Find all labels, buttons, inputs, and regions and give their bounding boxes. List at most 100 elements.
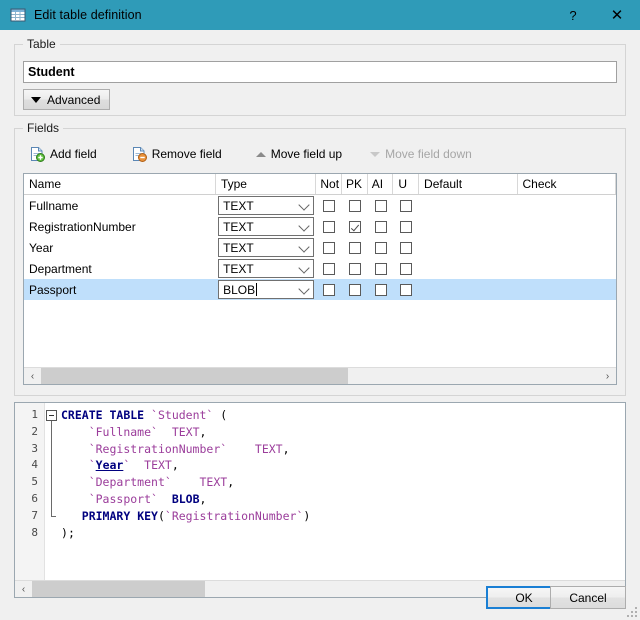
table-row[interactable]: Passport BLOB: [24, 279, 616, 300]
sql-code-text[interactable]: CREATE TABLE `Student` ( `Fullname` TEXT…: [59, 403, 625, 580]
field-type-select[interactable]: TEXT: [218, 259, 315, 278]
field-name-cell[interactable]: Passport: [24, 279, 216, 300]
column-header-ai[interactable]: AI: [367, 174, 394, 194]
auto-increment-checkbox-cell[interactable]: [368, 195, 394, 216]
primary-key-checkbox[interactable]: [348, 241, 361, 254]
fields-grid-hscrollbar[interactable]: ‹ ›: [24, 367, 616, 384]
add-field-button[interactable]: Add field: [23, 142, 103, 166]
fields-grid-scroll-track[interactable]: [41, 368, 599, 384]
not-null-checkbox-cell[interactable]: [317, 279, 343, 300]
primary-key-checkbox-cell[interactable]: [342, 216, 368, 237]
unique-checkbox[interactable]: [400, 241, 413, 254]
auto-increment-checkbox-cell[interactable]: [368, 237, 394, 258]
field-check-cell[interactable]: [517, 237, 616, 258]
table-row[interactable]: Department TEXT: [24, 258, 616, 279]
primary-key-checkbox[interactable]: [348, 262, 361, 275]
unique-checkbox-cell[interactable]: [393, 237, 419, 258]
help-button[interactable]: ?: [552, 0, 594, 30]
unique-checkbox-cell[interactable]: [393, 258, 419, 279]
field-type-select[interactable]: TEXT: [218, 217, 315, 236]
field-type-cell[interactable]: TEXT: [216, 195, 316, 216]
scroll-left-icon[interactable]: ‹: [24, 368, 41, 384]
field-default-cell[interactable]: [419, 279, 518, 300]
field-default-cell[interactable]: [419, 258, 518, 279]
column-header-name[interactable]: Name: [24, 174, 216, 194]
chevron-down-icon[interactable]: [298, 240, 310, 253]
column-header-check[interactable]: Check: [517, 174, 616, 194]
chevron-down-icon[interactable]: [298, 219, 310, 232]
remove-field-button[interactable]: Remove field: [125, 142, 228, 166]
primary-key-checkbox-cell[interactable]: [342, 258, 368, 279]
field-type-select[interactable]: BLOB: [218, 280, 315, 299]
field-check-cell[interactable]: [517, 279, 616, 300]
unique-checkbox[interactable]: [400, 262, 413, 275]
primary-key-checkbox[interactable]: [348, 220, 361, 233]
table-name-input[interactable]: [23, 61, 617, 83]
field-name-cell[interactable]: Department: [24, 258, 216, 279]
move-field-up-button[interactable]: Move field up: [250, 142, 348, 166]
column-header-type[interactable]: Type: [215, 174, 317, 194]
table-row[interactable]: Year TEXT: [24, 237, 616, 258]
unique-checkbox-cell[interactable]: [393, 195, 419, 216]
cancel-button[interactable]: Cancel: [550, 586, 626, 609]
field-type-cell[interactable]: TEXT: [216, 216, 316, 237]
primary-key-checkbox-cell[interactable]: [342, 195, 368, 216]
sql-preview-editor[interactable]: 1 2 3 4 5 6 7 8 CREATE TABLE `Student` ( `Fulln…: [14, 402, 626, 598]
field-type-select[interactable]: TEXT: [218, 238, 315, 257]
auto-increment-checkbox-cell[interactable]: [368, 216, 394, 237]
fold-margin[interactable]: [45, 403, 59, 580]
unique-checkbox-cell[interactable]: [393, 279, 419, 300]
not-null-checkbox[interactable]: [323, 241, 336, 254]
auto-increment-checkbox[interactable]: [374, 262, 387, 275]
chevron-down-icon[interactable]: [298, 261, 310, 274]
field-type-cell[interactable]: BLOB: [216, 279, 316, 300]
chevron-down-icon[interactable]: [298, 282, 310, 295]
field-default-cell[interactable]: [419, 237, 518, 258]
unique-checkbox-cell[interactable]: [393, 216, 419, 237]
advanced-button[interactable]: Advanced: [23, 89, 111, 110]
column-header-u[interactable]: U: [393, 174, 420, 194]
field-default-cell[interactable]: [419, 195, 518, 216]
fold-collapse-icon[interactable]: [46, 410, 57, 421]
column-header-pk[interactable]: PK: [342, 174, 368, 194]
not-null-checkbox-cell[interactable]: [317, 216, 343, 237]
not-null-checkbox[interactable]: [323, 283, 336, 296]
field-default-cell[interactable]: [419, 216, 518, 237]
auto-increment-checkbox-cell[interactable]: [368, 279, 394, 300]
not-null-checkbox[interactable]: [323, 262, 336, 275]
field-name-cell[interactable]: Fullname: [24, 195, 216, 216]
auto-increment-checkbox[interactable]: [374, 220, 387, 233]
field-type-select[interactable]: TEXT: [218, 196, 315, 215]
not-null-checkbox-cell[interactable]: [317, 258, 343, 279]
primary-key-checkbox[interactable]: [348, 199, 361, 212]
resize-grip[interactable]: [626, 606, 637, 617]
not-null-checkbox-cell[interactable]: [317, 237, 343, 258]
field-check-cell[interactable]: [517, 195, 616, 216]
auto-increment-checkbox[interactable]: [374, 199, 387, 212]
auto-increment-checkbox[interactable]: [374, 283, 387, 296]
table-row[interactable]: RegistrationNumber TEXT: [24, 216, 616, 237]
chevron-down-icon[interactable]: [298, 198, 310, 211]
primary-key-checkbox[interactable]: [348, 283, 361, 296]
auto-increment-checkbox[interactable]: [374, 241, 387, 254]
scroll-right-icon[interactable]: ›: [599, 368, 616, 384]
not-null-checkbox[interactable]: [323, 199, 336, 212]
field-check-cell[interactable]: [517, 216, 616, 237]
column-header-not[interactable]: Not: [316, 174, 343, 194]
field-name-cell[interactable]: Year: [24, 237, 216, 258]
table-row[interactable]: Fullname TEXT: [24, 195, 616, 216]
primary-key-checkbox-cell[interactable]: [342, 279, 368, 300]
field-name-cell[interactable]: RegistrationNumber: [24, 216, 216, 237]
unique-checkbox[interactable]: [400, 220, 413, 233]
field-type-cell[interactable]: TEXT: [216, 258, 316, 279]
field-check-cell[interactable]: [517, 258, 616, 279]
not-null-checkbox-cell[interactable]: [317, 195, 343, 216]
not-null-checkbox[interactable]: [323, 220, 336, 233]
close-icon[interactable]: ✕: [594, 0, 640, 30]
auto-increment-checkbox-cell[interactable]: [368, 258, 394, 279]
unique-checkbox[interactable]: [400, 199, 413, 212]
primary-key-checkbox-cell[interactable]: [342, 237, 368, 258]
column-header-default[interactable]: Default: [419, 174, 518, 194]
unique-checkbox[interactable]: [400, 283, 413, 296]
fields-grid-scroll-thumb[interactable]: [41, 368, 348, 384]
